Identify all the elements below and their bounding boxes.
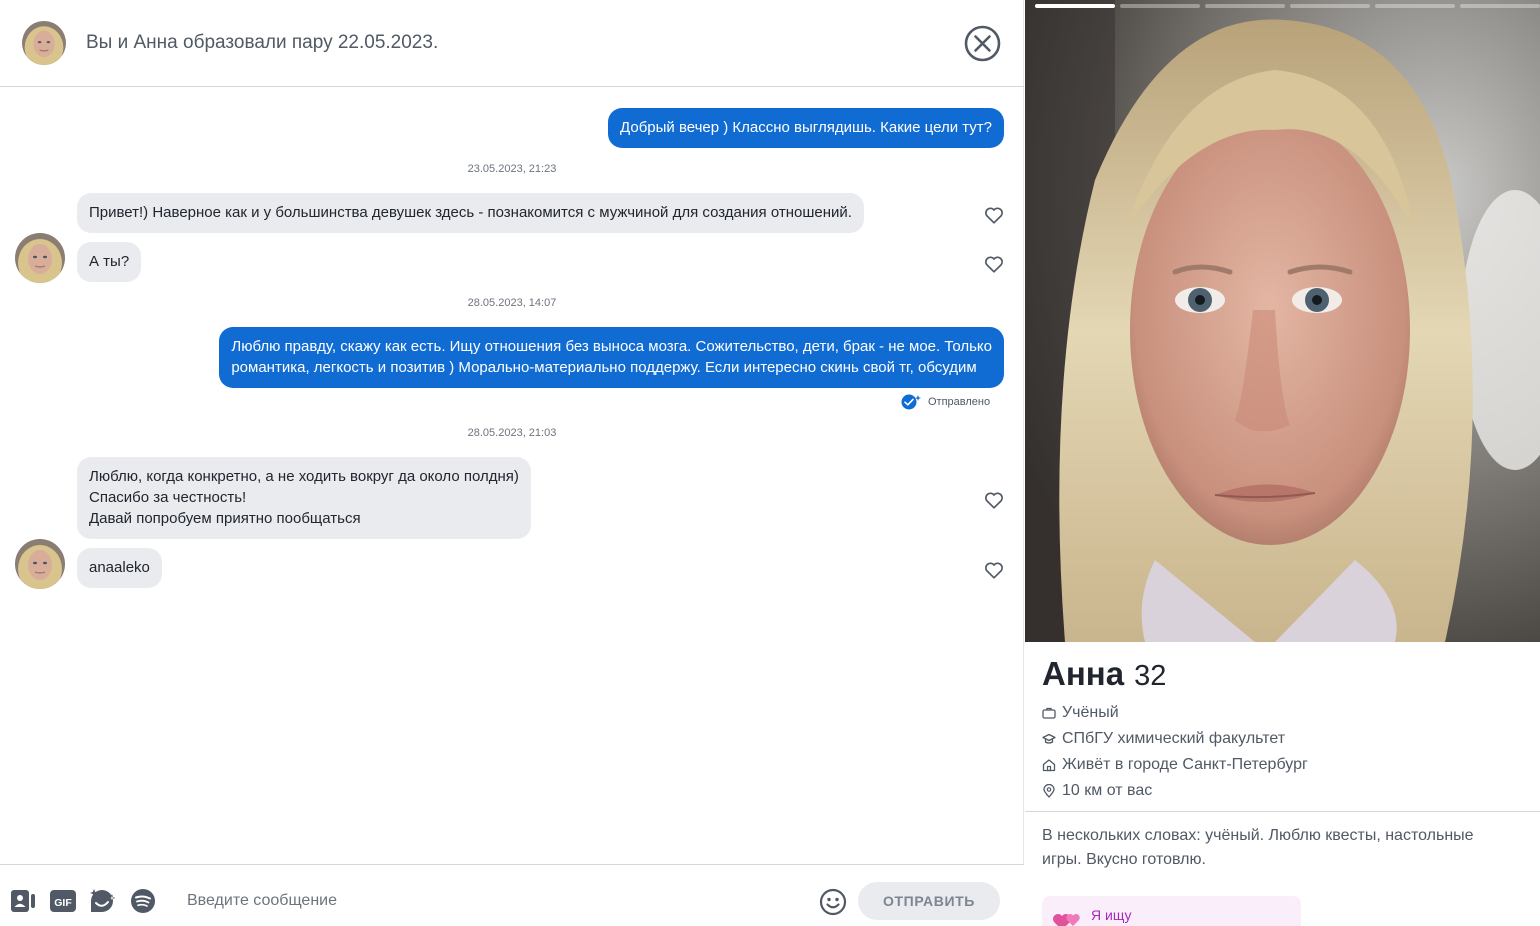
fact-text: СПбГУ химический факультет [1062,730,1286,747]
message-timestamp: 28.05.2023, 21:03 [467,427,557,439]
fact-text: Учёный [1062,704,1119,721]
fact-distance: 10 км от вас [1042,778,1308,804]
incoming-message[interactable]: Привет!) Наверное как и у большинства де… [77,193,864,233]
like-heart-icon[interactable] [983,559,1005,581]
photo-progress-segment[interactable] [1375,4,1455,8]
photo-progress-segment[interactable] [1205,4,1285,8]
match-avatar[interactable] [22,21,66,65]
message-line: Люблю, когда конкретно, а не ходить вокр… [89,468,519,485]
profile-age: 32 [1134,660,1167,692]
briefcase-icon [1042,707,1056,719]
photo-progress-segment[interactable] [1120,4,1200,8]
looking-for-label: Я ищу [1091,907,1132,923]
close-chat-button[interactable] [964,25,1001,62]
profile-name-row: Анна 32 [1042,655,1166,693]
fact-education: СПбГУ химический факультет [1042,726,1308,752]
message-line: Спасибо за честность! [89,489,247,506]
message-text: Добрый вечер ) Классно выглядишь. Какие … [620,119,992,136]
outgoing-message[interactable]: Люблю правду, скажу как есть. Ищу отноше… [219,327,1004,388]
delivery-status: Отправлено [900,394,990,410]
photo-progress-segment[interactable] [1290,4,1370,8]
chat-header: Вы и Анна образовали пару 22.05.2023. [0,0,1024,87]
close-icon [964,25,1001,62]
sent-check-icon [901,394,921,410]
message-line: Давай попробуем приятно пообщаться [89,510,361,527]
incoming-message[interactable]: А ты? [77,242,142,282]
incoming-message[interactable]: Люблю, когда конкретно, а не ходить вокр… [77,457,531,539]
profile-divider [1025,811,1540,812]
send-button[interactable]: ОТПРАВИТЬ [858,882,1000,920]
sender-avatar[interactable] [15,539,65,589]
like-heart-icon[interactable] [983,204,1005,226]
message-list[interactable]: Добрый вечер ) Классно выглядишь. Какие … [0,88,1024,864]
profile-facts: Учёный СПбГУ химический факультет Живёт … [1042,700,1308,804]
message-input[interactable] [176,883,796,919]
sticker-icon [90,889,116,912]
message-timestamp: 28.05.2023, 14:07 [467,297,557,309]
profile-name: Анна [1042,655,1125,692]
chat-pane: Вы и Анна образовали пару 22.05.2023. До… [0,0,1024,926]
svg-text:GIF: GIF [54,897,72,909]
message-timestamp: 23.05.2023, 21:23 [467,163,557,175]
contact-card-icon [11,890,35,912]
emoji-button[interactable] [818,887,848,917]
message-text: anaaleko [89,559,150,576]
smiley-icon [819,888,847,916]
gif-button[interactable]: GIF [49,887,77,915]
photo-progress-segment[interactable] [1035,4,1115,8]
message-composer: GIF Введите сообщение ОТПРАВИТЬ [0,864,1024,926]
message-line: Люблю правду, скажу как есть. Ищу отноше… [231,338,992,355]
fact-city: Живёт в городе Санкт-Петербург [1042,752,1308,778]
outgoing-message[interactable]: Добрый вечер ) Классно выглядишь. Какие … [608,108,1004,148]
profile-pane: Анна 32 Учёный СПбГУ химический факульте… [1025,0,1540,926]
spotify-button[interactable] [129,887,157,915]
graduation-cap-icon [1042,733,1056,744]
share-contact-button[interactable] [9,887,37,915]
message-text: А ты? [89,253,130,270]
fact-text: Живёт в городе Санкт-Петербург [1062,756,1308,773]
profile-bio: В нескольких словах: учёный. Люблю квест… [1042,827,1474,868]
hearts-icon [1053,914,1080,926]
photo-progress [1035,4,1540,8]
gif-icon: GIF [50,890,76,912]
match-title: Вы и Анна образовали пару 22.05.2023. [86,32,439,53]
spotify-icon [131,889,155,913]
fact-job: Учёный [1042,700,1308,726]
location-pin-icon [1043,784,1055,798]
like-heart-icon[interactable] [983,253,1005,275]
looking-for-card[interactable]: Я ищу [1042,896,1301,926]
message-text: Привет!) Наверное как и у большинства де… [89,204,852,221]
like-heart-icon[interactable] [983,489,1005,511]
sender-avatar[interactable] [15,233,65,283]
home-icon [1042,759,1056,772]
sticker-button[interactable] [88,887,116,915]
profile-photo[interactable] [1025,0,1540,642]
message-line: романтика, легкость и позитив ) Морально… [231,359,977,376]
incoming-message[interactable]: anaaleko [77,548,162,588]
photo-progress-segment[interactable] [1460,4,1540,8]
status-text: Отправлено [928,396,991,408]
fact-text: 10 км от вас [1062,782,1153,799]
